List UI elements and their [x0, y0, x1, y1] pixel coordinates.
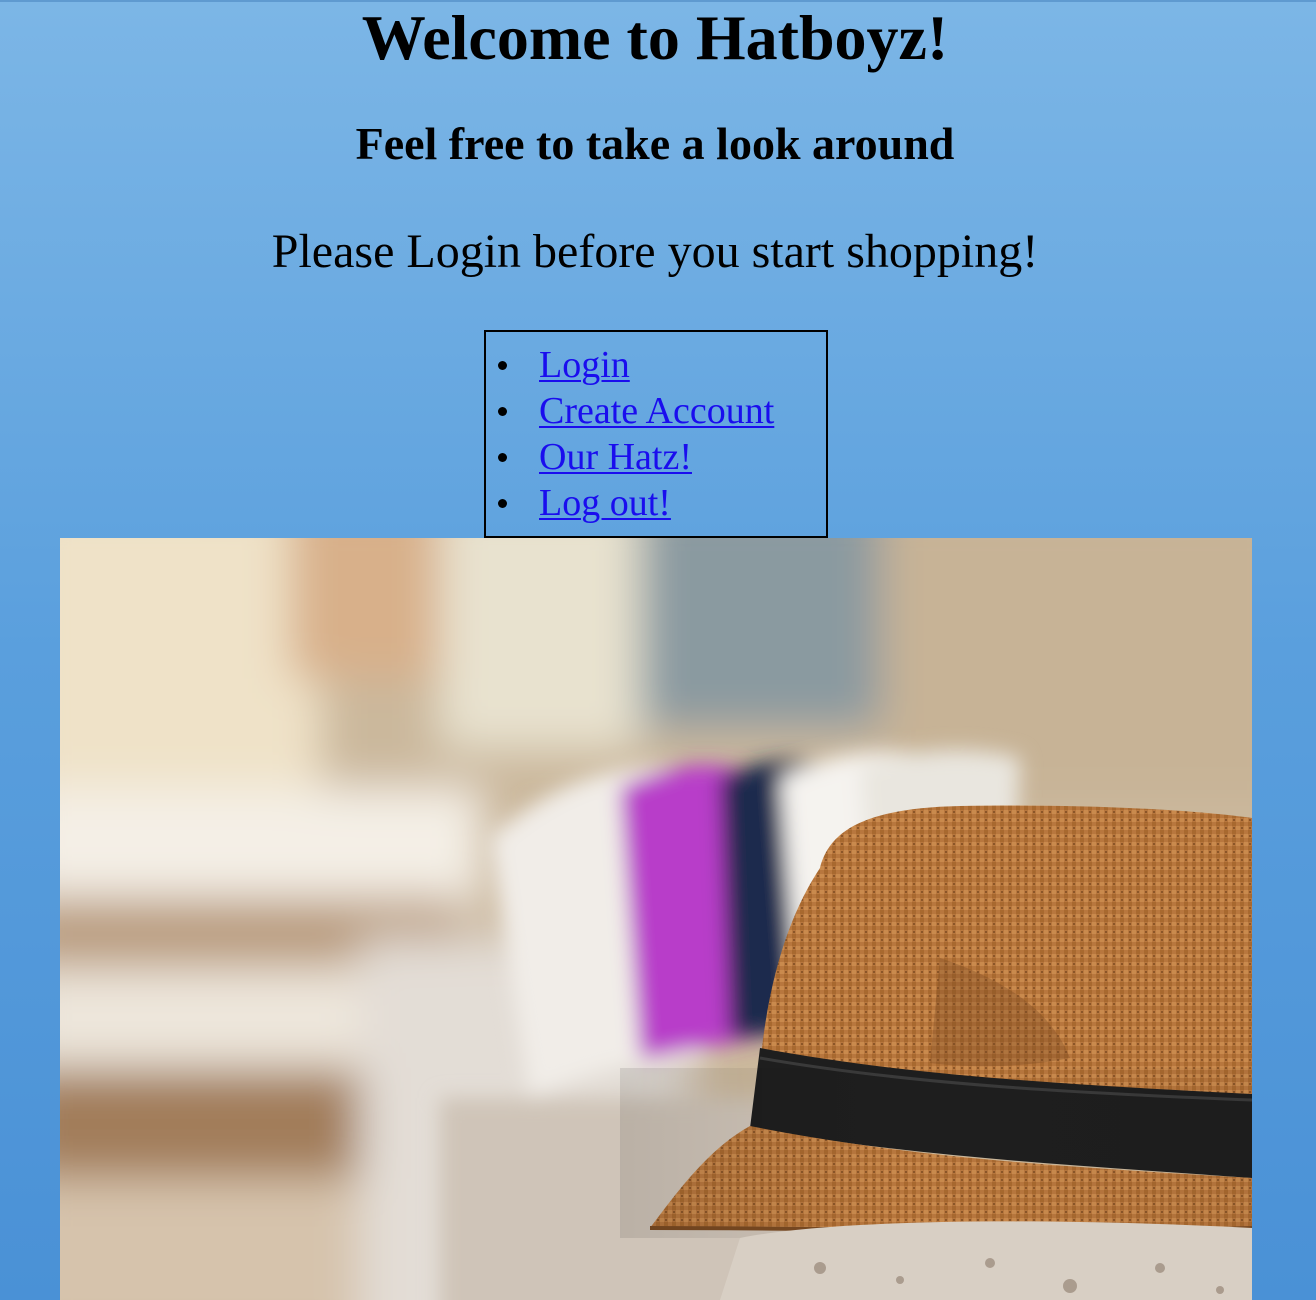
bullet-icon — [498, 499, 507, 508]
page-subtitle: Feel free to take a look around — [355, 118, 955, 169]
create-account-link[interactable]: Create Account — [539, 390, 774, 432]
nav-item-login: Login — [486, 342, 826, 388]
fedora-hat-photo-icon — [60, 538, 1252, 1300]
bullet-icon — [498, 453, 507, 462]
page-title: Welcome to Hatboyz! — [361, 2, 949, 73]
bullet-icon — [498, 407, 507, 416]
login-prompt: Please Login before you start shopping! — [271, 225, 1039, 278]
main-nav: Login Create Account Our Hatz! Log out! — [484, 330, 828, 538]
our-hatz-link[interactable]: Our Hatz! — [539, 436, 692, 478]
nav-item-our-hatz: Our Hatz! — [486, 434, 826, 480]
nav-list: Login Create Account Our Hatz! Log out! — [486, 332, 826, 526]
nav-item-create-account: Create Account — [486, 388, 826, 434]
login-link[interactable]: Login — [539, 344, 630, 386]
bullet-icon — [498, 361, 507, 370]
hero-image — [60, 538, 1252, 1300]
nav-item-log-out: Log out! — [486, 480, 826, 526]
log-out-link[interactable]: Log out! — [539, 482, 671, 524]
